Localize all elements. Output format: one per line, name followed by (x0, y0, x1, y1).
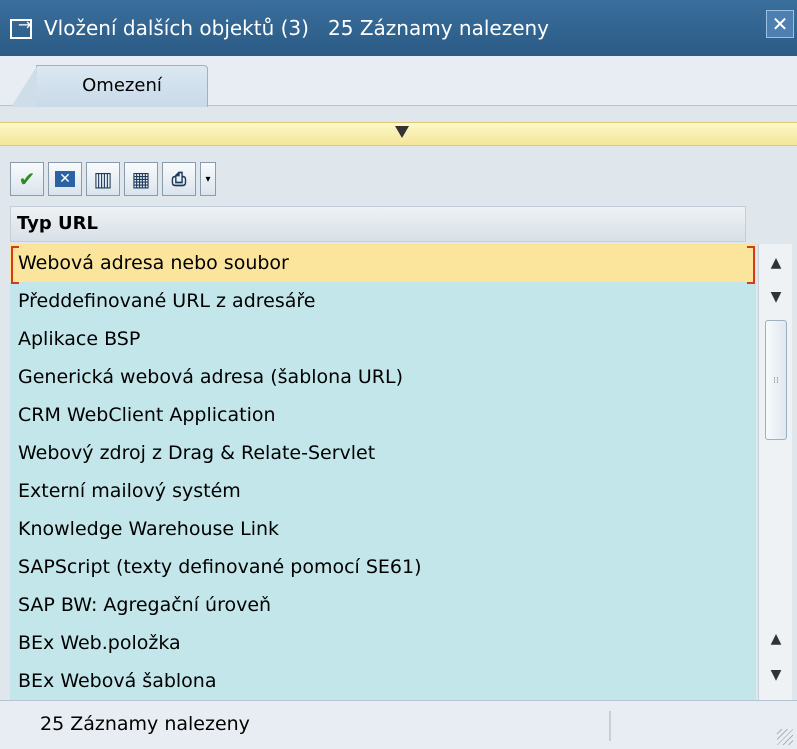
column-header-typ-url[interactable]: Typ URL (10, 206, 746, 242)
scroll-thumb[interactable]: ⁞⁞ (765, 320, 787, 440)
list-item[interactable]: Webová adresa nebo soubor (10, 244, 756, 284)
list-item[interactable]: Generická webová adresa (šablona URL) (10, 358, 756, 396)
scroll-page-up-icon[interactable]: ▲ (763, 250, 789, 276)
result-list: Webová adresa nebo soubor Předdefinované… (10, 244, 756, 700)
find-button[interactable]: ▥ (86, 162, 120, 196)
binoculars-icon: ▥ (93, 167, 113, 191)
status-text: 25 Záznamy nalezeny (40, 713, 250, 735)
toolbar: ✔ ✕ ▥ ▦ ⎙ ▾ (10, 162, 216, 196)
status-bar: 25 Záznamy nalezeny (0, 700, 797, 749)
expand-triangle-icon[interactable] (395, 126, 409, 138)
tab-strip: Omezení (0, 56, 797, 107)
list-item[interactable]: Webový zdroj z Drag & Relate-Servlet (10, 434, 756, 472)
confirm-button[interactable]: ✔ (10, 162, 44, 196)
vertical-scrollbar[interactable]: ▲ ▼ ⁞⁞ ▲ ▼ (758, 244, 792, 700)
scroll-up-icon[interactable]: ▲ (763, 626, 789, 652)
window-title: Vložení dalších objektů (3) 25 Záznamy n… (44, 16, 550, 40)
list-item[interactable]: SAPScript (texty definované pomocí SE61) (10, 548, 756, 586)
scroll-page-down-icon[interactable]: ▼ (763, 284, 789, 310)
binoculars-plus-icon: ▦ (131, 167, 151, 191)
list-item[interactable]: Předdefinované URL z adresáře (10, 282, 756, 320)
title-bar: Vložení dalších objektů (3) 25 Záznamy n… (0, 0, 797, 56)
list-item[interactable]: SAP BW: Agregační úroveň (10, 586, 756, 624)
collapse-bar[interactable] (0, 122, 797, 146)
tab-omezeni[interactable]: Omezení (11, 65, 208, 107)
print-options-dropdown[interactable]: ▾ (200, 162, 216, 196)
cancel-icon: ✕ (55, 171, 75, 187)
list-item[interactable]: BEx Web.položka (10, 624, 756, 662)
printer-icon: ⎙ (171, 168, 187, 190)
list-item[interactable]: Knowledge Warehouse Link (10, 510, 756, 548)
list-item[interactable]: CRM WebClient Application (10, 396, 756, 434)
list-item[interactable]: Aplikace BSP (10, 320, 756, 358)
print-button[interactable]: ⎙ (162, 162, 196, 196)
status-divider (609, 711, 611, 741)
check-icon: ✔ (18, 167, 36, 191)
window-icon (10, 15, 36, 39)
cancel-button[interactable]: ✕ (48, 162, 82, 196)
resize-grip-icon[interactable] (777, 729, 793, 745)
scroll-down-icon[interactable]: ▼ (763, 662, 789, 688)
find-next-button[interactable]: ▦ (124, 162, 158, 196)
close-button[interactable]: ✕ (766, 10, 794, 38)
list-item[interactable]: BEx Webová šablona (10, 662, 756, 700)
chevron-down-icon: ▾ (205, 173, 211, 185)
list-item[interactable]: Externí mailový systém (10, 472, 756, 510)
